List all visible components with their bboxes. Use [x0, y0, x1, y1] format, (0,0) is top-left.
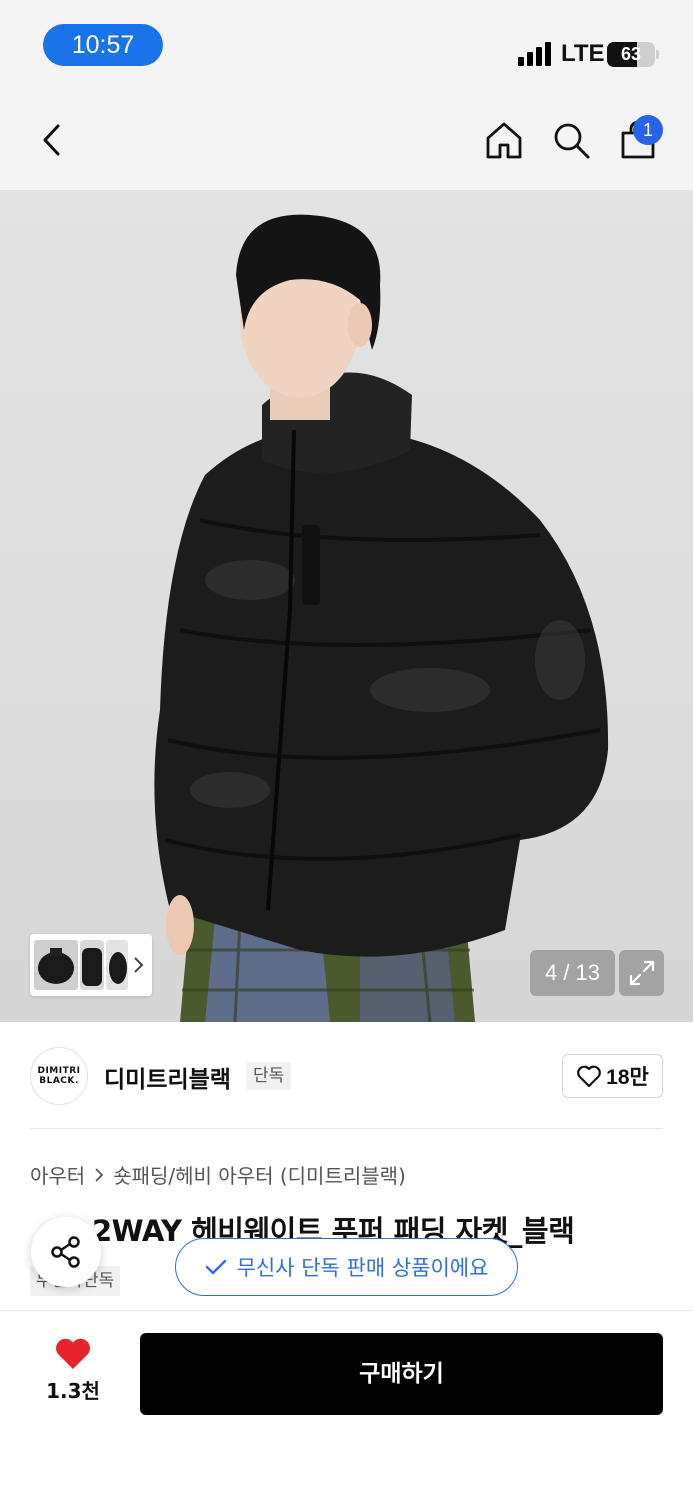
share-icon	[51, 1236, 80, 1268]
brand-name[interactable]: 디미트리블랙	[104, 1060, 231, 1094]
brand-exclusive-tag: 단독	[246, 1062, 292, 1090]
network-type: LTE	[561, 40, 605, 67]
brand-like-count: 18만	[606, 1066, 649, 1089]
wishlist-button[interactable]: 1.3천	[40, 1337, 106, 1409]
heart-outline-icon	[577, 1065, 602, 1088]
thumbnail-strip[interactable]	[30, 934, 152, 996]
exclusive-toast: 무신사 단독 판매 상품이에요	[175, 1238, 518, 1296]
brand-logo-line2: BLACK.	[39, 1076, 79, 1086]
status-bar: 10:57 LTE 63	[0, 0, 693, 90]
buy-button[interactable]: 구매하기	[140, 1333, 663, 1415]
brand-like-button[interactable]: 18만	[562, 1054, 663, 1098]
signal-icon	[518, 42, 554, 66]
breadcrumb-subcategory[interactable]: 숏패딩/헤비 아우터 (디미트리블랙)	[113, 1160, 406, 1189]
brand-logo-line1: DIMITRI	[37, 1066, 81, 1076]
cart-badge: 1	[633, 115, 663, 145]
brand-logo[interactable]: DIMITRI BLACK.	[30, 1047, 88, 1105]
thumbnail-1[interactable]	[34, 940, 78, 990]
product-image[interactable]	[0, 190, 693, 1022]
status-time: 10:57	[43, 24, 163, 66]
thumbnail-3[interactable]	[106, 940, 128, 990]
expand-icon	[629, 960, 654, 986]
search-button[interactable]	[549, 118, 593, 162]
heart-filled-icon	[56, 1338, 90, 1369]
toast-message: 무신사 단독 판매 상품이에요	[236, 1256, 489, 1280]
search-icon	[554, 123, 590, 159]
image-counter: 4 / 13	[530, 950, 615, 996]
check-icon	[205, 1259, 226, 1275]
product-photo	[154, 214, 609, 1022]
battery-icon: 63	[607, 42, 655, 67]
home-icon	[486, 122, 522, 159]
share-button[interactable]	[31, 1217, 101, 1287]
nav-bar	[0, 90, 693, 190]
divider	[30, 1128, 663, 1129]
home-button[interactable]	[482, 118, 526, 162]
chevron-right-icon[interactable]	[132, 955, 144, 979]
battery-cap	[656, 50, 659, 59]
wishlist-count: 1.3천	[46, 1379, 100, 1403]
expand-button[interactable]	[619, 950, 664, 996]
back-button[interactable]	[30, 118, 74, 162]
breadcrumb: 아우터 숏패딩/헤비 아우터 (디미트리블랙)	[30, 1160, 406, 1189]
chevron-left-icon	[43, 124, 60, 156]
chevron-right-icon	[95, 1167, 104, 1182]
battery-percent: 63	[620, 44, 642, 64]
thumbnail-2[interactable]	[80, 940, 104, 990]
breadcrumb-category[interactable]: 아우터	[30, 1160, 85, 1189]
